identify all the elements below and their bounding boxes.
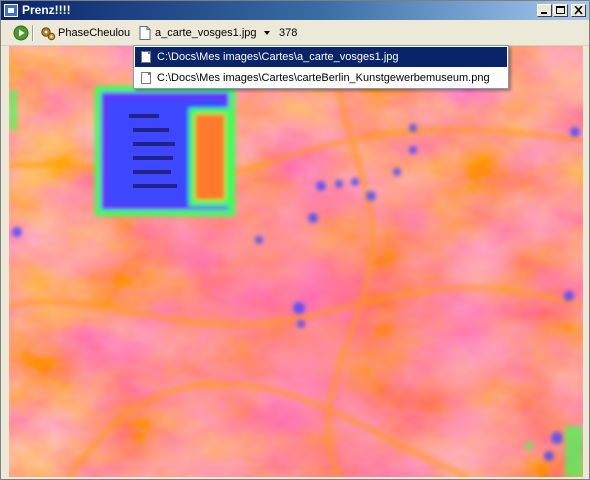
file-icon xyxy=(139,26,151,40)
close-icon xyxy=(574,6,583,15)
phase-button[interactable]: PhaseCheulou xyxy=(40,24,130,42)
dropdown-item-0[interactable]: C:\Docs\Mes images\Cartes\a_carte_vosges… xyxy=(135,47,507,67)
file-dropdown-button[interactable] xyxy=(263,24,271,42)
map-canvas[interactable] xyxy=(9,46,583,477)
close-button[interactable] xyxy=(571,4,586,17)
chevron-down-icon xyxy=(264,31,270,35)
window-title: Prenz!!!! xyxy=(22,3,71,17)
count-label: 378 xyxy=(279,27,298,39)
maximize-icon xyxy=(556,6,565,14)
map-image[interactable] xyxy=(9,46,583,477)
file-selector[interactable]: a_carte_vosges1.jpg xyxy=(139,24,257,42)
dropdown-item-1[interactable]: C:\Docs\Mes images\Cartes\carteBerlin_Ku… xyxy=(135,68,507,88)
play-icon xyxy=(13,25,29,41)
toolbar: PhaseCheulou a_carte_vosges1.jpg 378 xyxy=(1,21,589,46)
file-dropdown-list: C:\Docs\Mes images\Cartes\a_carte_vosges… xyxy=(133,45,509,89)
app-icon xyxy=(4,4,18,17)
file-icon xyxy=(141,72,151,84)
maximize-button[interactable] xyxy=(553,4,568,17)
minimize-icon xyxy=(541,12,547,14)
app-window: Prenz!!!! PhaseCheulou a_carte_vosges1.j… xyxy=(0,0,590,480)
current-file-label: a_carte_vosges1.jpg xyxy=(155,27,257,39)
gears-icon xyxy=(41,27,56,41)
file-icon xyxy=(141,51,151,63)
play-button[interactable] xyxy=(13,24,29,42)
title-bar[interactable]: Prenz!!!! xyxy=(1,1,589,20)
dropdown-item-label: C:\Docs\Mes images\Cartes\a_carte_vosges… xyxy=(157,51,399,63)
toolbar-separator xyxy=(32,25,33,41)
minimize-button[interactable] xyxy=(537,4,552,17)
phase-label: PhaseCheulou xyxy=(58,27,131,39)
dropdown-item-label: C:\Docs\Mes images\Cartes\carteBerlin_Ku… xyxy=(157,72,490,84)
